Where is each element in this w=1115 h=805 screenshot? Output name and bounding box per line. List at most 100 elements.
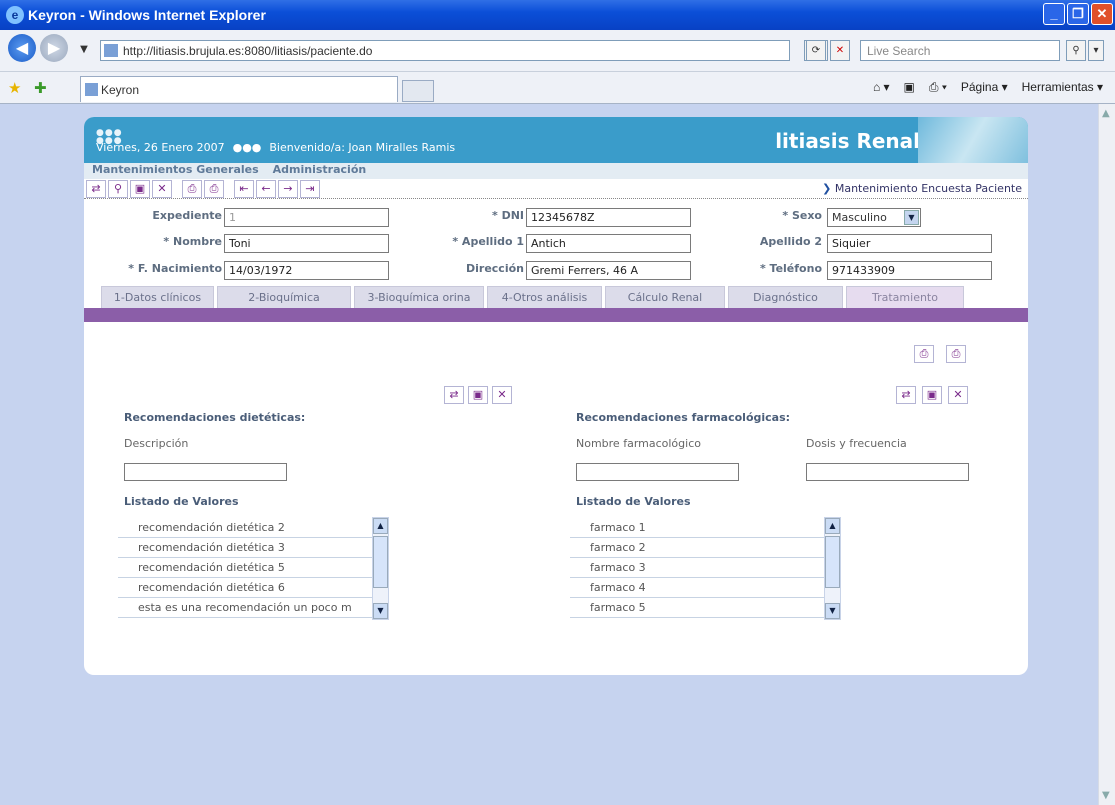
list-item[interactable]: recomendación dietética 5	[118, 558, 372, 578]
favorites-star-icon[interactable]: ★	[8, 79, 21, 97]
descripcion-input[interactable]	[124, 463, 287, 481]
print-icon[interactable]: ⎙	[914, 345, 934, 363]
farmacologicas-scrollbar[interactable]: ▲ ▼	[824, 517, 841, 620]
apellido2-field[interactable]: Siquier	[827, 234, 992, 253]
page-scrollbar[interactable]: ▲ ▼	[1098, 104, 1115, 805]
nacimiento-field[interactable]: 14/03/1972	[224, 261, 389, 280]
dieteticas-delete-icon[interactable]: ✕	[492, 386, 512, 404]
nombre-farmacologico-input[interactable]	[576, 463, 739, 481]
stop-icon[interactable]: ✕	[830, 40, 850, 61]
new-tab-button[interactable]	[402, 80, 434, 102]
tab-otros-analisis[interactable]: 4-Otros análisis	[487, 286, 602, 308]
tab-tratamiento[interactable]: Tratamiento	[846, 286, 964, 308]
sexo-select[interactable]: Masculino ▼	[827, 208, 921, 227]
list-item[interactable]: esta es una recomendación un poco m	[118, 598, 372, 618]
list-item[interactable]: farmaco 4	[570, 578, 824, 598]
previous-record-icon[interactable]: ←	[256, 179, 276, 198]
save-icon[interactable]: ▣	[130, 179, 150, 198]
list-item[interactable]: recomendación dietética 2	[118, 518, 372, 538]
close-button[interactable]: ✕	[1091, 3, 1113, 25]
dieteticas-add-icon[interactable]: ⇄	[444, 386, 464, 404]
list-item[interactable]: recomendación dietética 6	[118, 578, 372, 598]
minimize-button[interactable]: _	[1043, 3, 1065, 25]
welcome-text: Bienvenido/a: Joan Miralles Ramis	[269, 141, 456, 154]
add-favorite-icon[interactable]: ✚	[34, 79, 47, 97]
refresh-icon[interactable]: ⟳	[806, 40, 826, 61]
scroll-down-icon[interactable]: ▼	[825, 603, 840, 619]
telefono-field[interactable]: 971433909	[827, 261, 992, 280]
app-brand: litiasis Renal	[775, 129, 920, 153]
direccion-label: Dirección	[466, 262, 524, 275]
dni-label: * DNI	[491, 209, 524, 222]
dosis-frecuencia-input[interactable]	[806, 463, 969, 481]
banner-logo-image	[918, 117, 1028, 163]
tab-calculo-renal[interactable]: Cálculo Renal	[605, 286, 725, 308]
nombre-label: * Nombre	[163, 235, 222, 248]
farmacologicas-delete-icon[interactable]: ✕	[948, 386, 968, 404]
address-input[interactable]: http://litiasis.brujula.es:8080/litiasis…	[100, 40, 790, 61]
farmacologicas-title: Recomendaciones farmacológicas:	[576, 411, 791, 424]
tab-datos-clinicos[interactable]: 1-Datos clínicos	[101, 286, 214, 308]
search-icon[interactable]: ⚲	[1066, 40, 1086, 61]
history-dropdown-button[interactable]: ▼	[74, 40, 94, 61]
scroll-down-icon[interactable]: ▼	[373, 603, 388, 619]
back-button[interactable]: ◀	[8, 34, 36, 62]
search-input[interactable]: Live Search	[860, 40, 1060, 61]
tab-bioquimica-orina[interactable]: 3-Bioquímica orina	[354, 286, 484, 308]
print-preview-icon[interactable]: ⎙	[946, 345, 966, 363]
bullet-icon: ❯	[822, 182, 832, 195]
new-record-icon[interactable]: ⇄	[86, 179, 106, 198]
tools-menu[interactable]: Herramientas ▾	[1022, 80, 1103, 95]
apellido1-field[interactable]: Antich	[526, 234, 691, 253]
farmacologicas-add-icon[interactable]: ⇄	[896, 386, 916, 404]
main-menu: Mantenimientos Generales Administración	[84, 163, 1028, 179]
print-preview-icon[interactable]: ⎙	[204, 179, 224, 198]
home-icon[interactable]: ⌂ ▾	[873, 80, 890, 95]
search-record-icon[interactable]: ⚲	[108, 179, 128, 198]
current-date: Viernes, 26 Enero 2007	[96, 141, 225, 154]
apellido2-label: Apellido 2	[759, 235, 822, 248]
app-container: ●●● ●●● Viernes, 26 Enero 2007 ●●● Bienve…	[84, 117, 1028, 675]
direccion-field[interactable]: Gremi Ferrers, 46 A	[526, 261, 691, 280]
farmacologicas-list-title: Listado de Valores	[576, 495, 691, 508]
list-item[interactable]: recomendación dietética 3	[118, 538, 372, 558]
dni-field[interactable]: 12345678Z	[526, 208, 691, 227]
last-record-icon[interactable]: ⇥	[300, 179, 320, 198]
dieteticas-scrollbar[interactable]: ▲ ▼	[372, 517, 389, 620]
tab-bioquimica-sangre[interactable]: 2-Bioquímica sangre	[217, 286, 351, 317]
print-icon[interactable]: ⎙ ▾	[929, 80, 947, 95]
maximize-button[interactable]: ❐	[1067, 3, 1089, 25]
favicon-icon	[85, 83, 98, 96]
scroll-up-icon[interactable]: ▲	[825, 518, 840, 534]
first-record-icon[interactable]: ⇤	[234, 179, 254, 198]
nacimiento-label: * F. Nacimiento	[128, 262, 222, 275]
scroll-thumb[interactable]	[373, 536, 388, 588]
delete-icon[interactable]: ✕	[152, 179, 172, 198]
list-item[interactable]: farmaco 2	[570, 538, 824, 558]
menu-administracion[interactable]: Administración	[273, 163, 367, 179]
next-record-icon[interactable]: →	[278, 179, 298, 198]
breadcrumb: ❯ Mantenimiento Encuesta Paciente	[822, 182, 1022, 195]
page-menu[interactable]: Página ▾	[961, 80, 1008, 95]
list-item[interactable]: farmaco 3	[570, 558, 824, 578]
scroll-up-icon[interactable]: ▲	[373, 518, 388, 534]
search-options-button[interactable]: ▾	[1088, 40, 1104, 61]
farmacologicas-save-icon[interactable]: ▣	[922, 386, 942, 404]
print-icon[interactable]: ⎙	[182, 179, 202, 198]
menu-mantenimientos[interactable]: Mantenimientos Generales	[92, 163, 259, 179]
dieteticas-save-icon[interactable]: ▣	[468, 386, 488, 404]
dosis-frecuencia-label: Dosis y frecuencia	[806, 437, 907, 450]
forward-button[interactable]: ▶	[40, 34, 68, 62]
expediente-field[interactable]: 1	[224, 208, 389, 227]
tab-diagnostico[interactable]: Diagnóstico	[728, 286, 843, 308]
list-item[interactable]: farmaco 1	[570, 518, 824, 538]
browser-tab[interactable]: Keyron	[80, 76, 398, 102]
list-item[interactable]: farmaco 5	[570, 598, 824, 618]
tabs-toolbar: ★ ✚ Keyron ⌂ ▾ ▣ ⎙ ▾ Página ▾ Herramient…	[0, 72, 1115, 104]
scroll-thumb[interactable]	[825, 536, 840, 588]
sexo-label: * Sexo	[782, 209, 822, 222]
nombre-field[interactable]: Toni	[224, 234, 389, 253]
chevron-down-icon: ▼	[904, 210, 919, 225]
feeds-icon[interactable]: ▣	[904, 80, 915, 95]
favicon-icon	[104, 44, 118, 57]
